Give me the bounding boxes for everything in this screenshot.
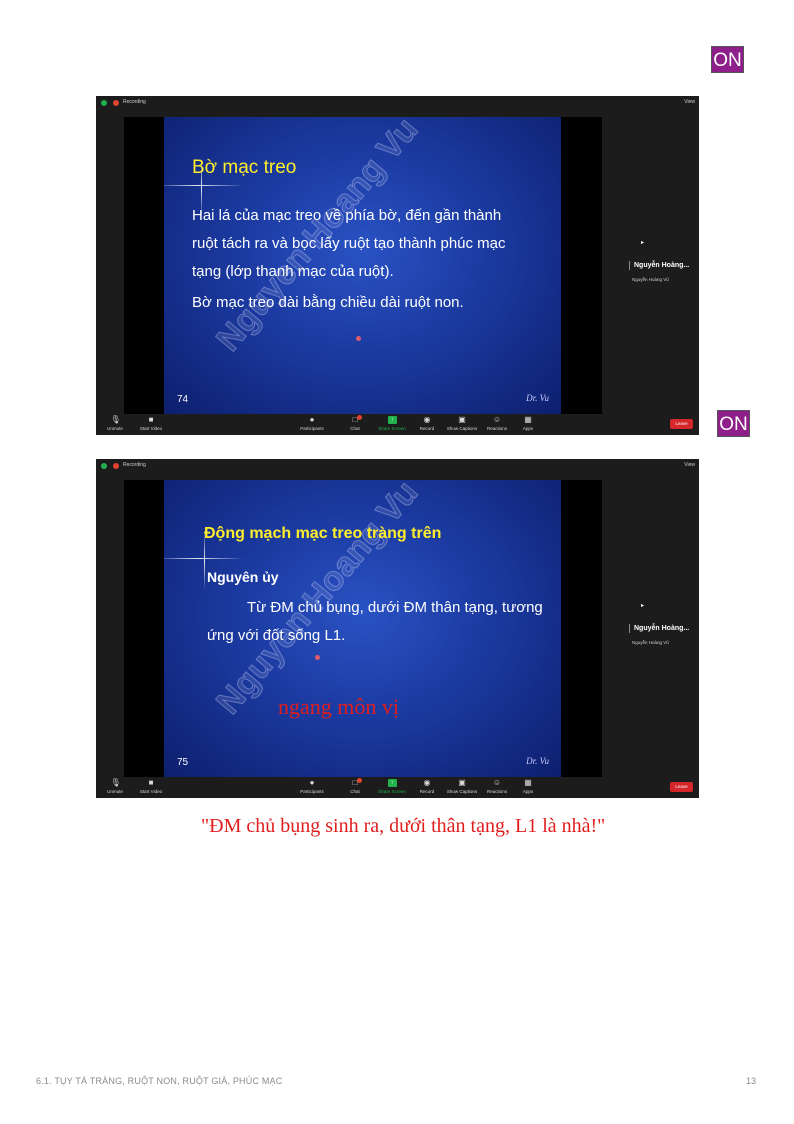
participant-name[interactable]: Nguyễn Hoàng... xyxy=(634,262,689,269)
participants-icon: ● xyxy=(309,778,315,787)
slide-line-3: tạng (lớp thanh mạc của ruột). xyxy=(192,263,394,280)
participant-divider xyxy=(629,624,630,633)
zoom-window-1: Recording View Nguyen Hoang Vu Bờ mạc tr… xyxy=(96,96,699,435)
slide-75: Nguyen Hoang Vu Động mạch mạc treo tràng… xyxy=(164,480,561,777)
footer-title: 6.1. TỤY TÁ TRÀNG, RUỘT NON, RUỘT GIÀ, P… xyxy=(36,1076,283,1086)
slide-line-4: Bờ mạc treo dài bằng chiều dài ruột non. xyxy=(192,294,464,311)
participant-subname: Nguyễn Hoàng Vũ xyxy=(632,640,669,645)
slide-number: 75 xyxy=(177,757,189,768)
show-captions-button[interactable]: ▣ Show Captions xyxy=(444,415,480,432)
view-button[interactable]: View xyxy=(684,99,695,105)
leave-button[interactable]: Leave xyxy=(670,782,693,792)
chat-notification-icon xyxy=(357,778,362,783)
leave-button[interactable]: Leave xyxy=(670,419,693,429)
slide-signature: Dr. Vu xyxy=(526,393,549,403)
unmute-button[interactable]: 🎙 Unmute xyxy=(97,415,133,432)
share-screen-button[interactable]: ↑ Share Screen xyxy=(374,779,410,794)
mnemonic-note: "ĐM chủ bụng sinh ra, dưới thân tạng, L1… xyxy=(201,815,606,837)
microphone-muted-icon: 🎙 xyxy=(110,778,121,787)
record-button[interactable]: ◉ Record xyxy=(409,778,445,795)
share-screen-icon: ↑ xyxy=(387,416,397,424)
participants-button[interactable]: ● Participants xyxy=(294,778,330,795)
captions-icon: ▣ xyxy=(458,778,466,787)
unmute-button[interactable]: 🎙 Unmute xyxy=(97,778,133,795)
zoom-toolbar: 🎙 Unmute ■ Start Video ● Participants □ … xyxy=(96,414,699,435)
participant-name[interactable]: Nguyễn Hoàng... xyxy=(634,625,689,632)
apps-button[interactable]: ▦ Apps xyxy=(510,415,546,432)
view-button[interactable]: View xyxy=(684,462,695,468)
handwritten-annotation: ngang môn vị xyxy=(278,694,399,719)
lens-flare-horizontal xyxy=(164,185,244,186)
zoom-topbar: Recording View xyxy=(96,96,699,110)
slide-title: Bờ mạc treo xyxy=(192,157,297,178)
video-off-icon: ■ xyxy=(148,415,154,424)
participants-button[interactable]: ● Participants xyxy=(294,415,330,432)
record-icon: ◉ xyxy=(423,415,431,424)
recording-dot-icon xyxy=(113,463,119,469)
microphone-muted-icon: 🎙 xyxy=(110,415,121,424)
reactions-icon: ☺ xyxy=(492,778,502,787)
slide-74: Nguyen Hoang Vu Bờ mạc treo Hai lá của m… xyxy=(164,117,561,414)
share-screen-icon: ↑ xyxy=(387,779,397,787)
reactions-icon: ☺ xyxy=(492,415,502,424)
recording-label: Recording xyxy=(123,462,146,468)
start-video-button[interactable]: ■ Start Video xyxy=(133,415,169,432)
slide-signature: Dr. Vu xyxy=(526,756,549,766)
record-button[interactable]: ◉ Record xyxy=(409,415,445,432)
share-screen-button[interactable]: ↑ Share Screen xyxy=(374,416,410,431)
apps-button[interactable]: ▦ Apps xyxy=(510,778,546,795)
laser-pointer-icon xyxy=(315,655,320,660)
apps-icon: ▦ xyxy=(524,778,532,787)
slide-line-2: ruột tách ra và bọc lấy ruột tạo thành p… xyxy=(192,235,506,252)
mouse-cursor-icon: ▸ xyxy=(641,240,645,246)
participant-subname: Nguyễn Hoàng Vũ xyxy=(632,277,669,282)
slide-subtitle: Nguyên ủy xyxy=(207,569,279,585)
chat-notification-icon xyxy=(357,415,362,420)
chat-button[interactable]: □ Chat xyxy=(337,415,373,431)
slide-title: Động mạch mạc treo tràng trên xyxy=(204,525,442,542)
apps-icon: ▦ xyxy=(524,415,532,424)
zoom-toolbar: 🎙 Unmute ■ Start Video ● Participants □ … xyxy=(96,777,699,798)
show-captions-button[interactable]: ▣ Show Captions xyxy=(444,778,480,795)
record-icon: ◉ xyxy=(423,778,431,787)
slide-number: 74 xyxy=(177,394,189,405)
laser-pointer-icon xyxy=(356,336,361,341)
on-badge-top: ON xyxy=(711,46,744,73)
recording-label: Recording xyxy=(123,99,146,105)
slide-line-1: Hai lá của mạc treo về phía bờ, đến gần … xyxy=(192,207,502,224)
page-number: 13 xyxy=(746,1076,757,1086)
zoom-topbar: Recording View xyxy=(96,459,699,473)
slide-line-2: ứng với đốt sống L1. xyxy=(207,627,346,644)
participant-divider xyxy=(629,261,630,270)
security-shield-icon[interactable] xyxy=(101,463,107,469)
zoom-window-2: Recording View Nguyen Hoang Vu Động mạch… xyxy=(96,459,699,798)
mouse-cursor-icon: ▸ xyxy=(641,603,645,609)
recording-dot-icon xyxy=(113,100,119,106)
chat-button[interactable]: □ Chat xyxy=(337,778,373,794)
security-shield-icon[interactable] xyxy=(101,100,107,106)
video-off-icon: ■ xyxy=(148,778,154,787)
on-badge-middle: ON xyxy=(717,410,750,437)
slide-line-1: Từ ĐM chủ bụng, dưới ĐM thân tạng, tương xyxy=(247,599,543,616)
start-video-button[interactable]: ■ Start Video xyxy=(133,778,169,795)
participants-icon: ● xyxy=(309,415,315,424)
captions-icon: ▣ xyxy=(458,415,466,424)
